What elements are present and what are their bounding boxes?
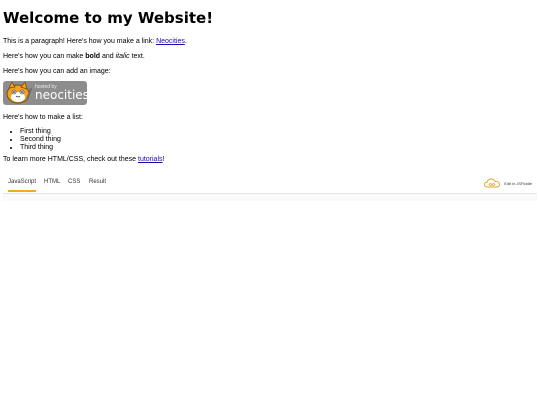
- paragraph-formatting: Here's how you can make bold and italic …: [3, 52, 537, 61]
- paragraph-link: This is a paragraph! Here's how you make…: [3, 37, 537, 46]
- paragraph-list: Here's how to make a list:: [3, 114, 83, 121]
- tab-css[interactable]: CSS: [68, 173, 80, 192]
- cat-icon: [6, 82, 32, 104]
- edit-in-jsfiddle-label: Edit in JSFiddle: [504, 180, 532, 186]
- page-content: Welcome to my Website! This is a paragra…: [0, 0, 540, 164]
- neocities-badge-image: hosted by neocities: [3, 81, 87, 105]
- page-title: Welcome to my Website!: [3, 9, 214, 27]
- list-item: Second thing: [20, 136, 537, 144]
- tutorials-link[interactable]: tutorials: [138, 156, 163, 163]
- badge-neocities-text: neocities: [35, 88, 87, 102]
- paragraph-text-end: text.: [129, 53, 145, 60]
- list-item: Third thing: [20, 144, 537, 152]
- italic-text: italic: [115, 53, 130, 60]
- neocities-link[interactable]: Neocities: [156, 38, 185, 45]
- tab-javascript[interactable]: JavaScript: [8, 173, 37, 192]
- edit-in-jsfiddle-button[interactable]: Edit in JSFiddle: [484, 177, 532, 189]
- paragraph-image: Here's how you can add an image:: [3, 68, 111, 75]
- tab-html[interactable]: HTML: [44, 173, 60, 192]
- list-item: First thing: [20, 128, 537, 136]
- paragraph-text: To learn more HTML/CSS, check out these: [3, 156, 138, 163]
- jsfiddle-cloud-icon: [484, 178, 501, 188]
- paragraph-text: Here's how you can make: [3, 53, 86, 60]
- paragraph-text-end: !: [162, 156, 165, 163]
- jsfiddle-embed: JavaScript HTML CSS Result Edit in JSFid…: [3, 173, 537, 201]
- paragraph-text-end: .: [184, 38, 187, 45]
- paragraph-tutorials: To learn more HTML/CSS, check out these …: [3, 155, 537, 164]
- tab-result[interactable]: Result: [89, 173, 106, 192]
- paragraph-text-middle: and: [100, 53, 116, 60]
- list: First thing Second thing Third thing: [3, 128, 537, 152]
- bold-text: bold: [85, 53, 101, 60]
- jsfiddle-tab-bar: JavaScript HTML CSS Result Edit in JSFid…: [3, 173, 537, 194]
- paragraph-text: This is a paragraph! Here's how you make…: [3, 38, 157, 45]
